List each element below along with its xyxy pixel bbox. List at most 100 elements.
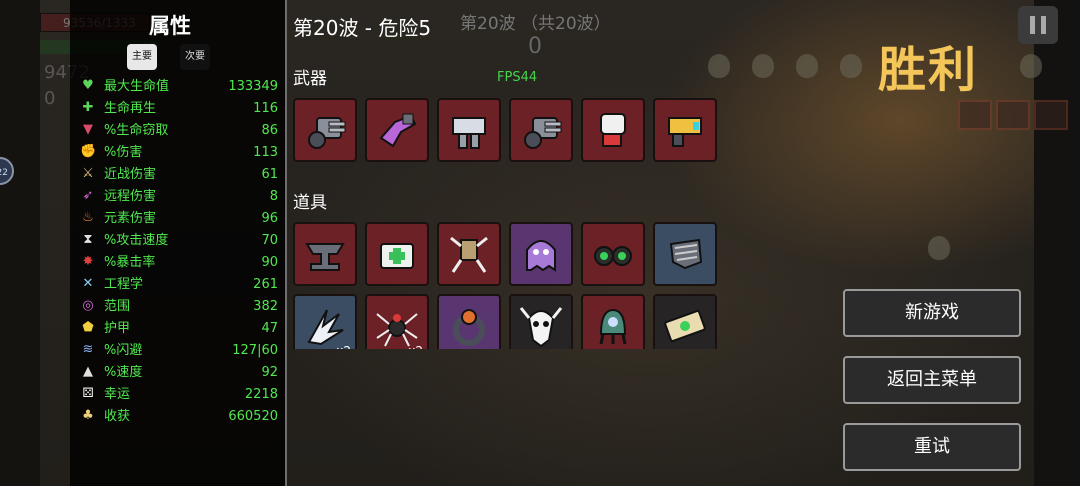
loot-crate: [958, 100, 992, 130]
stat-label: 范围: [104, 299, 131, 314]
stat-row: ♥ 最大生命值 133349: [80, 76, 278, 98]
item-count: x2: [336, 344, 351, 349]
stat-label: 生命再生: [104, 101, 157, 116]
boot-icon: ▲: [83, 364, 93, 379]
stat-value: 2218: [244, 387, 278, 402]
stat-label: %闪避: [104, 343, 143, 358]
stat-row: ▼ %生命窃取 86: [80, 120, 278, 142]
stat-row: ✊ %伤害 113: [80, 142, 278, 164]
enemy-sprite: [708, 54, 730, 78]
stat-row: ✸ %暴击率 90: [80, 252, 278, 274]
stat-label: %生命窃取: [104, 123, 169, 138]
stat-label: %伤害: [104, 145, 143, 160]
stat-label: 近战伤害: [104, 167, 157, 182]
stat-value: 86: [261, 123, 278, 138]
fps-counter: FPS44: [497, 70, 538, 85]
weapons-heading: 武器: [293, 69, 327, 89]
stat-label: 远程伤害: [104, 189, 157, 204]
dice-icon: ⚄: [82, 386, 94, 401]
item-slot[interactable]: [653, 294, 717, 349]
stat-label: 护甲: [104, 321, 131, 336]
item-slot[interactable]: [437, 222, 501, 286]
new-game-button[interactable]: 新游戏: [843, 289, 1021, 337]
fangs-icon: ▼: [83, 122, 93, 137]
stat-value: 92: [261, 365, 278, 380]
items-grid[interactable]: x2 x2: [290, 215, 730, 349]
stat-value: 660520: [228, 409, 278, 424]
pause-icon: [1030, 16, 1035, 34]
stat-value: 90: [261, 255, 278, 270]
flame-icon: ♨: [82, 210, 94, 225]
panel-divider: [285, 0, 287, 486]
item-slot[interactable]: [653, 222, 717, 286]
main-menu-button[interactable]: 返回主菜单: [843, 356, 1021, 404]
weapon-slot[interactable]: [581, 98, 645, 162]
weapon-slot[interactable]: [293, 98, 357, 162]
weapon-slot[interactable]: [509, 98, 573, 162]
item-slot[interactable]: [293, 222, 357, 286]
weapon-slot[interactable]: [437, 98, 501, 162]
enemy-sprite: [840, 54, 862, 78]
item-slot[interactable]: [509, 294, 573, 349]
heart-icon: ♥: [82, 78, 94, 93]
heart-plus-icon: ✚: [82, 100, 94, 115]
pause-icon: [1041, 16, 1046, 34]
stat-label: 幸运: [104, 387, 131, 402]
enemy-sprite: [928, 236, 950, 260]
stat-row: ▲ %速度 92: [80, 362, 278, 384]
enemy-sprite: [752, 54, 774, 78]
weapon-slot[interactable]: [653, 98, 717, 162]
retry-button[interactable]: 重试: [843, 423, 1021, 471]
crit-icon: ✸: [82, 254, 94, 269]
stat-value: 382: [253, 299, 278, 314]
sword-icon: ⚔: [82, 166, 94, 181]
stat-value: 70: [261, 233, 278, 248]
stat-value: 113: [253, 145, 278, 160]
stat-label: %暴击率: [104, 255, 156, 270]
stat-label: %速度: [104, 365, 143, 380]
item-slot[interactable]: [509, 222, 573, 286]
stats-title: 属性: [149, 14, 191, 38]
enemy-sprite: [1020, 54, 1042, 78]
stats-panel: 属性 主要 次要 ♥ 最大生命值 133349 ✚ 生命再生 116 ▼ %生命窃取 86 ✊ %伤…: [70, 0, 285, 486]
fist-icon: ✊: [80, 144, 97, 159]
item-slot[interactable]: x2: [293, 294, 357, 349]
wave-timer: 0: [528, 34, 542, 59]
stat-row: ⧗ %攻击速度 70: [80, 230, 278, 252]
item-slot[interactable]: [437, 294, 501, 349]
item-slot[interactable]: [581, 294, 645, 349]
stat-value: 47: [261, 321, 278, 336]
bag-counter: 0: [44, 88, 56, 109]
pause-button[interactable]: [1018, 6, 1058, 44]
stat-row: ♨ 元素伤害 96: [80, 208, 278, 230]
stat-row: ≋ %闪避 127|60: [80, 340, 278, 362]
enemy-sprite: [796, 54, 818, 78]
item-slot[interactable]: x2: [365, 294, 429, 349]
item-count: x2: [408, 344, 423, 349]
bow-icon: ➶: [82, 188, 94, 203]
arena-right-wall: [1034, 0, 1080, 486]
stat-value: 61: [261, 167, 278, 182]
stat-row: ✚ 生命再生 116: [80, 98, 278, 120]
tab-primary-stats[interactable]: 主要: [127, 44, 157, 70]
arena-left-wall: [0, 0, 40, 486]
stat-row: ♣ 收获 660520: [80, 406, 278, 428]
loot-crate: [1034, 100, 1068, 130]
stat-label: 收获: [104, 409, 131, 424]
loot-crate: [996, 100, 1030, 130]
stat-value: 127|60: [232, 343, 278, 358]
item-slot[interactable]: [581, 222, 645, 286]
stat-value: 96: [261, 211, 278, 226]
item-slot[interactable]: [365, 222, 429, 286]
wave-title: 第20波 - 危险5: [293, 16, 432, 40]
stat-row: ⚄ 幸运 2218: [80, 384, 278, 406]
stat-row: ⚔ 近战伤害 61: [80, 164, 278, 186]
stat-value: 133349: [228, 79, 278, 94]
stat-row: ◎ 范围 382: [80, 296, 278, 318]
tab-secondary-stats[interactable]: 次要: [180, 44, 210, 70]
weapon-slot[interactable]: [365, 98, 429, 162]
hourglass-icon: ⧗: [83, 232, 93, 247]
stat-label: %攻击速度: [104, 233, 169, 248]
stat-row: ➶ 远程伤害 8: [80, 186, 278, 208]
stat-label: 元素伤害: [104, 211, 157, 226]
